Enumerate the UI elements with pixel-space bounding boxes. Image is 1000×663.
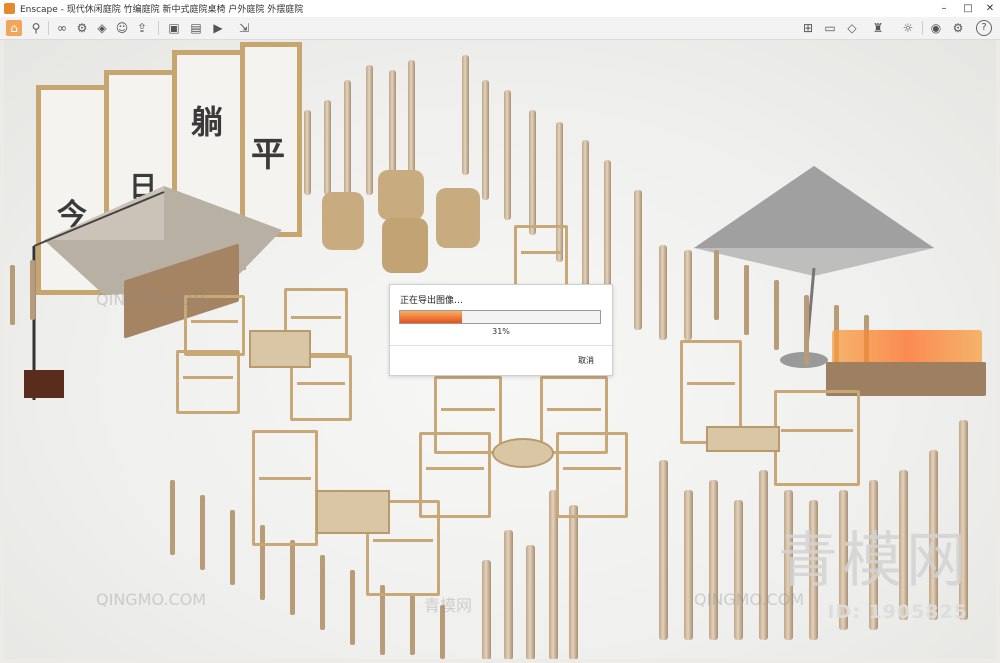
fence-post xyxy=(744,265,749,335)
toolbar-divider xyxy=(48,21,49,35)
wooden-stick xyxy=(504,530,513,659)
gear-icon[interactable]: ⚙ xyxy=(950,20,966,36)
wooden-stick xyxy=(324,100,331,195)
rattan-chair xyxy=(378,170,424,220)
export-progress-bar xyxy=(399,310,601,324)
wooden-stick xyxy=(482,80,489,200)
dialog-divider xyxy=(390,345,612,346)
binoculars-icon[interactable]: ∞ xyxy=(54,20,70,36)
bamboo-chair xyxy=(514,225,568,289)
fence-post xyxy=(170,480,175,555)
wooden-stick xyxy=(709,480,718,640)
toolbar-divider xyxy=(158,21,159,35)
bamboo-chair xyxy=(176,350,240,414)
main-toolbar: ⌂ ⚲ ∞ ⚙ ◈ ☺ ⇪ ▣ ▤ ▶ ⇲ ︿ ⊞ ▭ ◇ ♜ ☼ ◉ ⚙ ? xyxy=(0,17,1000,50)
wooden-stick xyxy=(684,250,692,340)
wooden-stick xyxy=(462,55,469,175)
minimize-button[interactable]: – xyxy=(932,0,956,17)
asset-library-icon[interactable]: ♜ xyxy=(870,20,886,36)
wooden-stick xyxy=(582,140,589,290)
tea-table xyxy=(316,490,390,534)
bamboo-chair xyxy=(252,430,318,546)
rattan-chair xyxy=(382,218,428,273)
fence-post xyxy=(320,555,325,630)
window-title: Enscape - 现代休闲庭院 竹编庭院 新中式庭院桌椅 户外庭院 外摆庭院 xyxy=(20,5,304,15)
watermark: QINGMO.COM xyxy=(96,590,207,609)
wooden-stick xyxy=(759,470,768,640)
enscape-logo-icon xyxy=(4,3,15,14)
screenshot-icon[interactable]: ▣ xyxy=(166,20,182,36)
video-icon[interactable]: ▶ xyxy=(210,20,226,36)
cube-icon[interactable]: ◇ xyxy=(844,20,860,36)
window-icon[interactable]: ▭ xyxy=(822,20,838,36)
screen-character: 躺 xyxy=(191,103,224,141)
home-icon[interactable]: ⌂ xyxy=(6,20,22,36)
panorama-icon[interactable]: ▤ xyxy=(188,20,204,36)
lounge-chair xyxy=(774,390,860,486)
tea-table xyxy=(706,426,780,452)
person-icon[interactable]: ☺ xyxy=(114,20,130,36)
rattan-chair xyxy=(436,188,480,248)
cancel-button[interactable]: 取消 xyxy=(578,355,594,366)
watermark-logo: 青模网 xyxy=(778,526,970,596)
wooden-stick xyxy=(344,80,351,200)
fence-post xyxy=(200,495,205,570)
pin-icon[interactable]: ⚲ xyxy=(28,20,44,36)
wooden-stick xyxy=(482,560,491,659)
fence-post xyxy=(30,260,35,320)
fence-post xyxy=(804,295,809,365)
wooden-stick xyxy=(684,490,693,640)
round-tea-table xyxy=(492,438,554,468)
drop-icon[interactable]: ◈ xyxy=(94,20,110,36)
export-progress-dialog: 正在导出图像… 31% 取消 xyxy=(389,284,613,376)
rattan-chair xyxy=(322,192,364,250)
fence-post xyxy=(350,570,355,645)
fence-post xyxy=(10,265,15,325)
progress-fill xyxy=(400,311,462,323)
wooden-stick xyxy=(659,460,668,640)
close-button[interactable]: ✕ xyxy=(978,0,1000,17)
fence-post xyxy=(714,250,719,320)
view-icon[interactable]: ◉ xyxy=(928,20,944,36)
wooden-stick xyxy=(304,110,311,195)
watermark: 青模网 xyxy=(424,596,473,615)
wooden-stick xyxy=(526,545,535,659)
screen-character: 平 xyxy=(251,135,285,175)
watermark: QINGMO.COM xyxy=(96,290,207,309)
help-icon[interactable]: ? xyxy=(976,20,992,36)
tea-table xyxy=(249,330,311,368)
export-icon[interactable]: ⇲ xyxy=(236,20,252,36)
toolbar-divider xyxy=(922,21,923,35)
fence-post xyxy=(290,540,295,615)
wooden-stick xyxy=(659,245,667,340)
sun-icon[interactable]: ☼ xyxy=(900,20,916,36)
map-icon[interactable]: ⊞ xyxy=(800,20,816,36)
wooden-stick xyxy=(734,500,743,640)
title-bar: Enscape - 现代休闲庭院 竹编庭院 新中式庭院桌椅 户外庭院 外摆庭院 … xyxy=(0,0,1000,18)
wooden-stick xyxy=(569,505,578,659)
maximize-button[interactable]: □ xyxy=(956,0,980,17)
bamboo-chair xyxy=(556,432,628,518)
upload-icon[interactable]: ⇪ xyxy=(134,20,150,36)
wooden-stick xyxy=(504,90,511,220)
progress-percent: 31% xyxy=(492,327,510,336)
wooden-stick xyxy=(529,110,536,235)
fence-post xyxy=(410,595,415,655)
wooden-stick xyxy=(634,190,642,330)
fence-post xyxy=(230,510,235,585)
dialog-title: 正在导出图像… xyxy=(400,296,464,306)
settings-icon[interactable]: ⚙ xyxy=(74,20,90,36)
fence-post xyxy=(774,280,779,350)
watermark-id: ID: 1905825 xyxy=(827,601,968,623)
wooden-stick xyxy=(604,160,611,300)
wooden-stick xyxy=(366,65,373,195)
